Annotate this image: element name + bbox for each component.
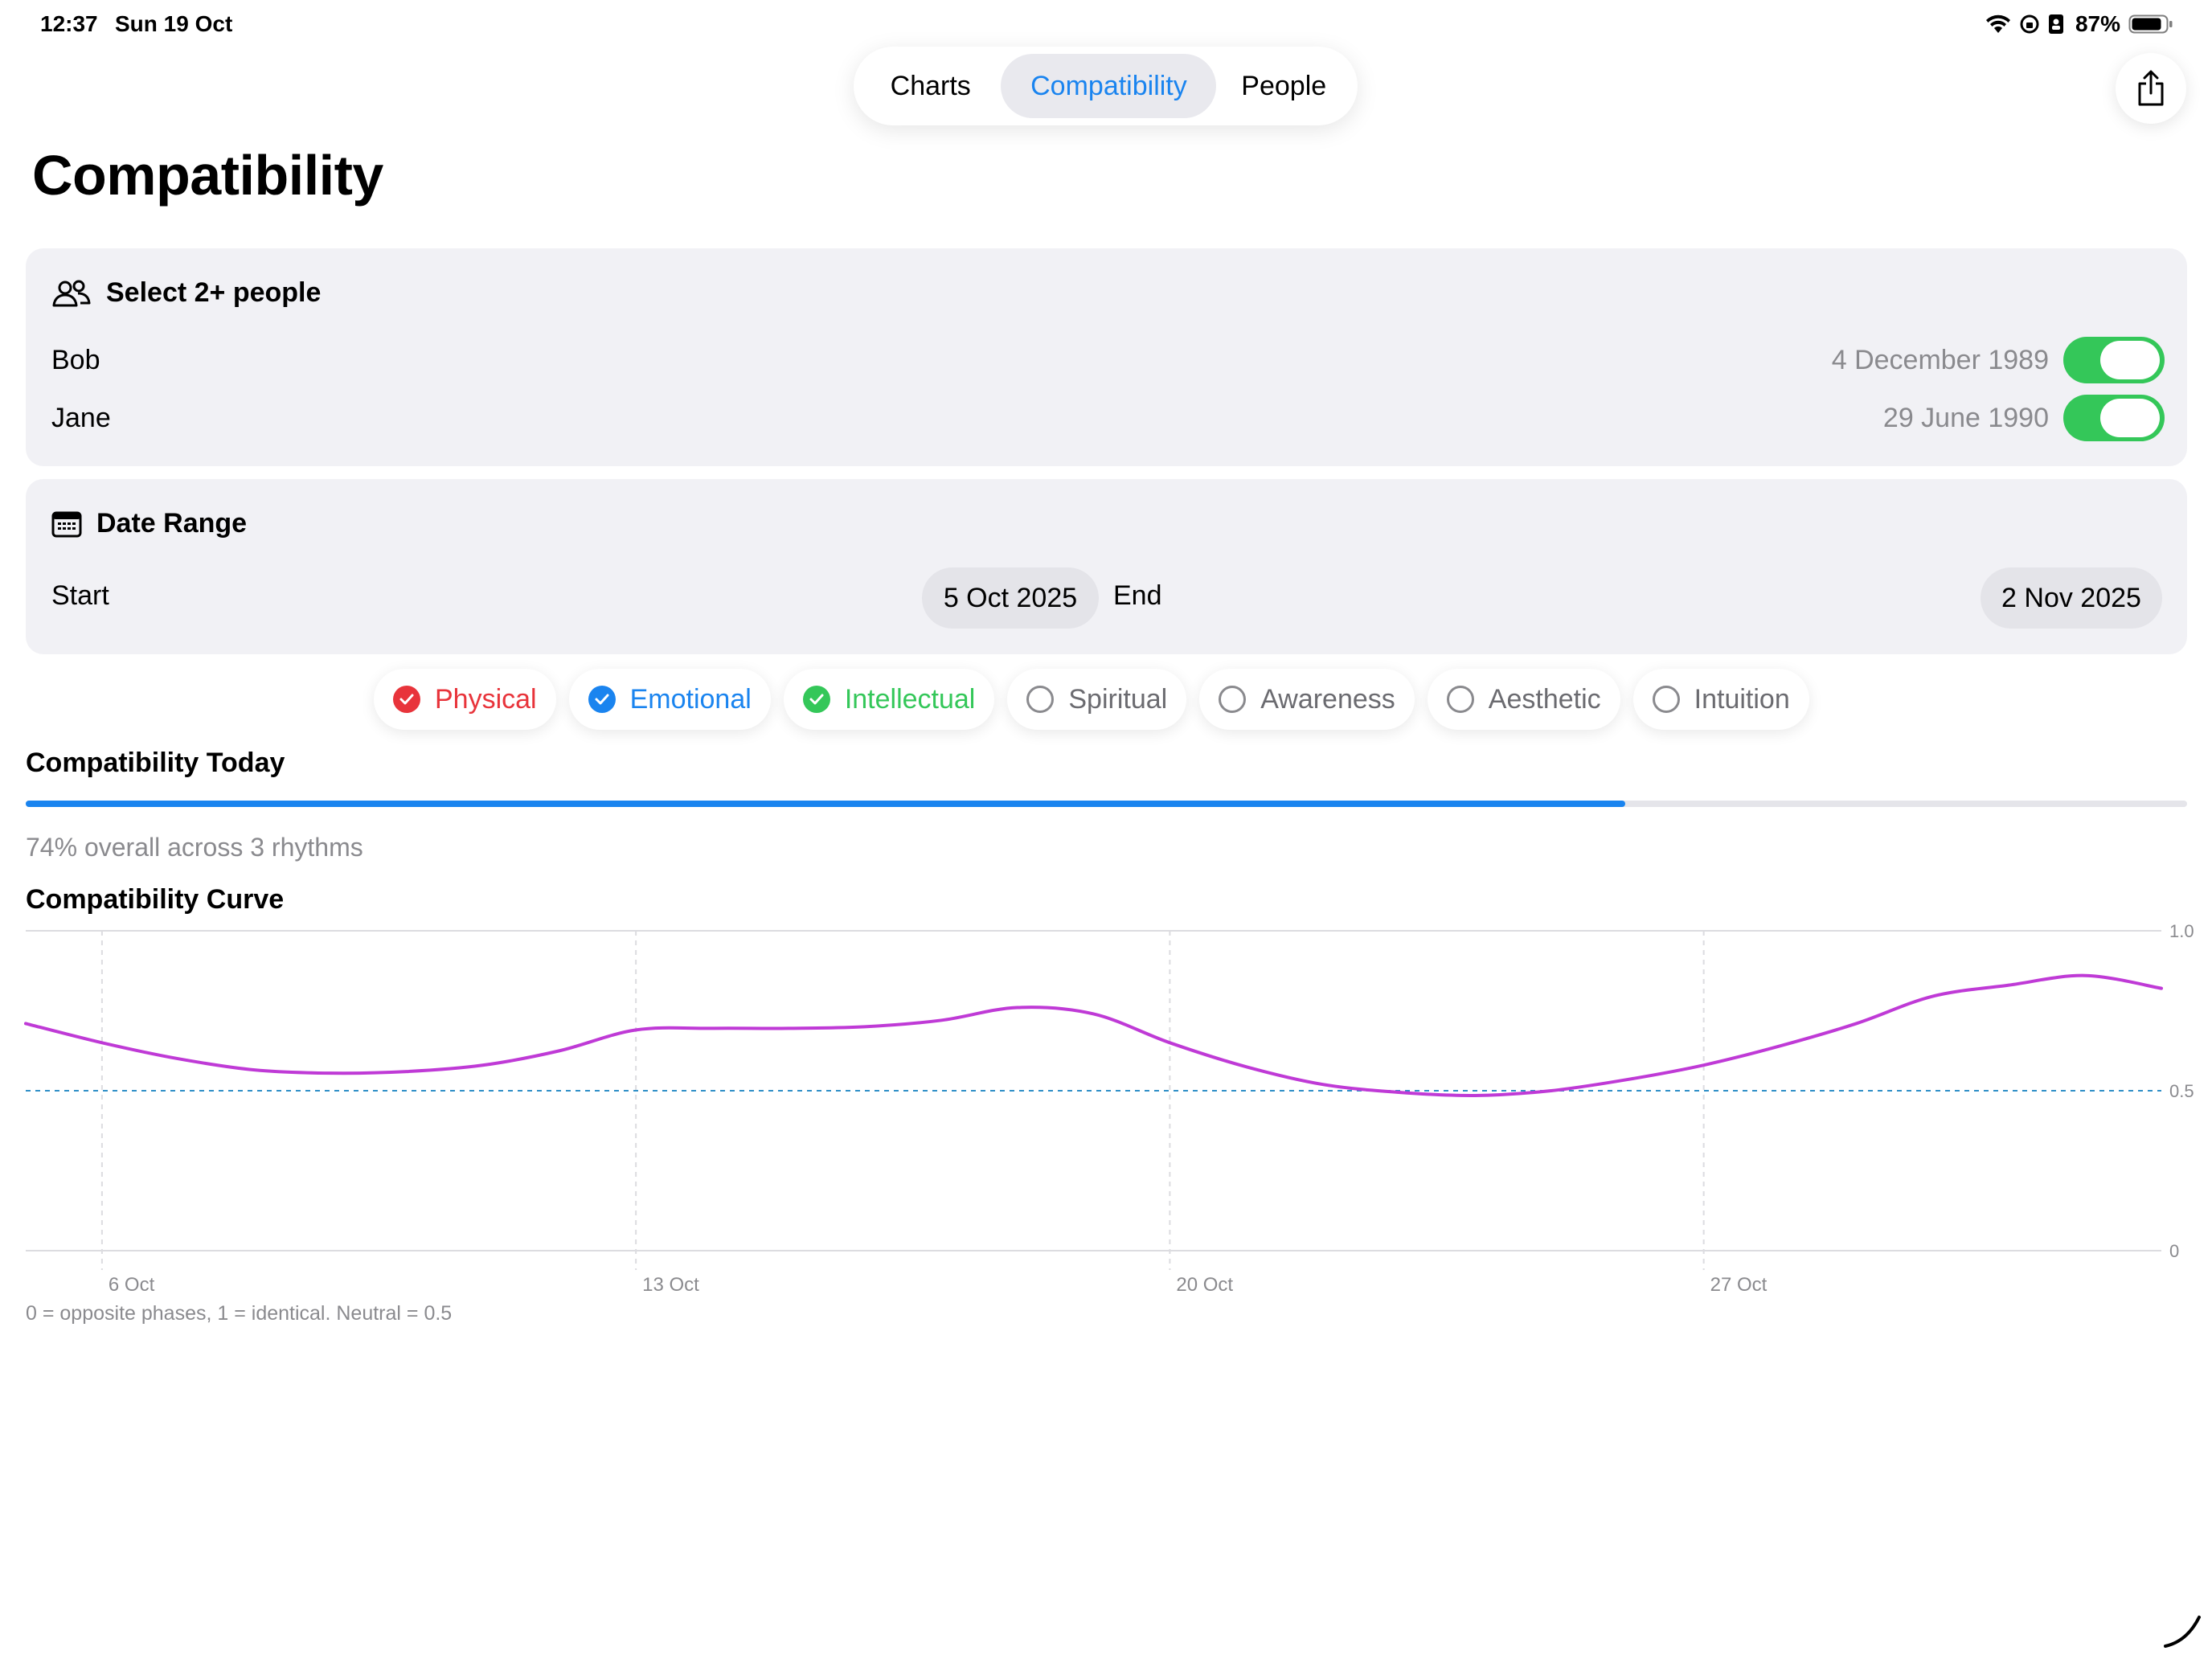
chip-label: Awareness	[1260, 683, 1395, 715]
compatibility-today-title: Compatibility Today	[26, 748, 285, 778]
empty-circle-icon	[1026, 686, 1055, 713]
tab-charts[interactable]: Charts	[860, 54, 1001, 118]
person-name: Jane	[51, 402, 111, 433]
people-icon	[52, 280, 91, 306]
chip-intuition[interactable]: Intuition	[1632, 669, 1809, 730]
end-date-picker[interactable]: 2 Nov 2025	[1981, 567, 2162, 629]
end-label: End	[1113, 580, 1162, 611]
checkmark-icon	[802, 686, 830, 713]
chip-label: Emotional	[629, 683, 752, 715]
chip-label: Intellectual	[844, 683, 976, 715]
battery-icon	[2128, 14, 2173, 34]
share-icon	[2138, 70, 2164, 106]
orientation-lock-icon	[2020, 14, 2039, 34]
person-row: Bob 4 December 1989	[51, 336, 2165, 384]
person-birthdate: 29 June 1990	[1882, 402, 2049, 433]
chip-spiritual[interactable]: Spiritual	[1007, 669, 1187, 730]
chip-label: Aesthetic	[1488, 683, 1601, 715]
chip-awareness[interactable]: Awareness	[1199, 669, 1415, 730]
y-tick-label: 0.5	[2169, 1081, 2194, 1101]
status-bar: 12:37 Sun 19 Oct 87%	[0, 11, 2212, 40]
date-range-card: Date Range Start 5 Oct 2025 End 2 Nov 20…	[26, 479, 2187, 654]
calendar-icon	[51, 511, 82, 537]
chip-emotional[interactable]: Emotional	[568, 669, 771, 730]
compatibility-curve-chart: 6 Oct 13 Oct 20 Oct 27 Oct 1.0 0.5 0	[24, 921, 2194, 1294]
chip-label: Spiritual	[1068, 683, 1168, 715]
y-tick-label: 0	[2169, 1241, 2179, 1261]
chip-label: Intuition	[1694, 683, 1790, 715]
chip-intellectual[interactable]: Intellectual	[783, 669, 995, 730]
user-badge-icon	[2048, 14, 2063, 34]
person-toggle-bob[interactable]	[2063, 337, 2165, 383]
empty-circle-icon	[1219, 686, 1247, 713]
status-time: 12:37	[40, 11, 98, 36]
overall-compatibility-text: 74% overall across 3 rhythms	[26, 833, 363, 862]
chip-label: Physical	[435, 683, 537, 715]
page-title: Compatibility	[32, 144, 383, 207]
x-tick-label: 20 Oct	[1176, 1274, 1233, 1294]
rhythm-filter-chips: Physical Emotional Intellectual Spiritua…	[374, 669, 1809, 730]
empty-circle-icon	[1652, 686, 1680, 713]
date-range-title: Date Range	[96, 508, 248, 539]
person-toggle-jane[interactable]	[2063, 395, 2165, 441]
start-date-picker[interactable]: 5 Oct 2025	[922, 567, 1099, 629]
y-tick-label: 1.0	[2169, 921, 2194, 941]
status-indicators: 87%	[1985, 11, 2173, 37]
chart-legend-note: 0 = opposite phases, 1 = identical. Neut…	[26, 1302, 453, 1325]
people-card-header: Select 2+ people	[51, 277, 321, 309]
person-row: Jane 29 June 1990	[51, 394, 2165, 442]
x-tick-label: 13 Oct	[642, 1274, 699, 1294]
battery-percent: 87%	[2075, 11, 2120, 36]
wifi-icon	[1985, 14, 2010, 33]
people-card-title: Select 2+ people	[106, 277, 322, 308]
compatibility-progress-bar	[26, 801, 2187, 807]
people-card: Select 2+ people Bob 4 December 1989 Jan…	[26, 248, 2187, 466]
chip-physical[interactable]: Physical	[374, 669, 556, 730]
empty-circle-icon	[1446, 686, 1474, 713]
compatibility-curve-title: Compatibility Curve	[26, 884, 285, 915]
start-label: Start	[51, 580, 109, 611]
segmented-tab-control: Charts Compatibility People	[854, 47, 1358, 125]
chip-aesthetic[interactable]: Aesthetic	[1427, 669, 1620, 730]
tab-people[interactable]: People	[1216, 54, 1351, 118]
checkmark-icon	[588, 686, 616, 713]
compatibility-series-line	[24, 973, 2163, 1098]
date-range-header: Date Range	[51, 508, 247, 539]
person-birthdate: 4 December 1989	[1831, 344, 2049, 375]
share-button[interactable]	[2116, 53, 2186, 124]
checkmark-icon	[393, 686, 420, 713]
pencil-stroke-icon	[2164, 1616, 2201, 1648]
status-date: Sun 19 Oct	[115, 11, 233, 36]
compatibility-progress-fill	[26, 801, 1625, 807]
person-name: Bob	[51, 344, 100, 375]
tab-compatibility[interactable]: Compatibility	[1001, 54, 1217, 118]
x-tick-label: 6 Oct	[109, 1274, 155, 1294]
x-tick-label: 27 Oct	[1710, 1274, 1768, 1294]
